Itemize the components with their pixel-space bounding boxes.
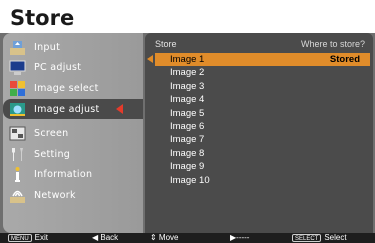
exit-label: Exit — [34, 233, 49, 242]
active-indicator-icon — [116, 104, 123, 114]
network-icon — [9, 187, 26, 204]
slot-label: Image 10 — [170, 174, 210, 186]
list-item[interactable]: Image 10 — [145, 174, 373, 187]
slot-label: Image 6 — [170, 120, 205, 132]
pc-adjust-icon — [9, 59, 26, 76]
back-label: ◀ Back — [92, 233, 119, 242]
footer-hints: MENU Exit ◀ Back ⇕ Move ▶----- SELECT Se… — [0, 233, 375, 243]
select-hint[interactable]: SELECT Select — [292, 233, 347, 243]
menu-key-icon: MENU — [8, 234, 32, 242]
sidebar-item-label: Network — [34, 189, 76, 201]
sidebar-item-label: PC adjust — [34, 61, 82, 73]
select-label: Select — [324, 233, 347, 242]
sidebar-item-label: Input — [34, 41, 61, 53]
move-label: ⇕ Move — [150, 233, 179, 242]
list-item[interactable]: Image 1 Stored — [147, 53, 370, 67]
move-hint: ⇕ Move — [150, 233, 179, 243]
list-item[interactable]: Image 4 — [145, 93, 373, 106]
sidebar-item-input[interactable]: Input — [3, 37, 143, 57]
slot-label: Image 2 — [170, 67, 205, 79]
slot-label: Image 5 — [170, 107, 205, 119]
sidebar-item-image-adjust[interactable]: Image adjust — [3, 99, 143, 119]
list-item[interactable]: Image 3 — [145, 80, 373, 93]
slot-label: Image 1 — [170, 54, 205, 65]
screen-icon — [9, 125, 26, 142]
sidebar-item-pc-adjust[interactable]: PC adjust — [3, 57, 143, 77]
sidebar-item-label: Information — [34, 168, 93, 180]
page-title: Store — [10, 6, 75, 30]
list-item[interactable]: Image 9 — [145, 160, 373, 173]
slot-label: Image 9 — [170, 161, 205, 173]
next-hint: ▶----- — [230, 233, 249, 243]
store-panel: Store Where to store? Image 1 Stored Ima… — [145, 33, 373, 233]
slot-label: Image 3 — [170, 80, 205, 92]
select-key-icon: SELECT — [292, 234, 322, 242]
panel-heading: Store — [155, 39, 177, 49]
slot-label: Image 7 — [170, 134, 205, 146]
list-item[interactable]: Image 7 — [145, 133, 373, 146]
image-adjust-icon — [9, 101, 26, 118]
sidebar-item-label: Image adjust — [34, 103, 100, 115]
sidebar-item-setting[interactable]: Setting — [3, 144, 143, 164]
next-label: ▶----- — [230, 233, 250, 242]
back-hint[interactable]: ◀ Back — [92, 233, 118, 243]
sidebar-item-image-select[interactable]: Image select — [3, 78, 143, 98]
slot-status: Stored — [329, 54, 360, 65]
input-icon — [9, 39, 26, 56]
osd-menu: Input PC adjust Image select Image adjus… — [0, 33, 375, 233]
sidebar-item-label: Setting — [34, 148, 71, 160]
slot-label: Image 4 — [170, 94, 205, 106]
slot-label: Image 8 — [170, 147, 205, 159]
image-slot-list: Image 1 Stored Image 2 Image 3 Image 4 I… — [145, 53, 373, 187]
panel-prompt: Where to store? — [300, 39, 365, 49]
information-icon — [9, 166, 26, 183]
panel-header: Store Where to store? — [155, 39, 365, 51]
list-item[interactable]: Image 6 — [145, 120, 373, 133]
image-select-icon — [9, 80, 26, 97]
list-item[interactable]: Image 5 — [145, 107, 373, 120]
sidebar-item-screen[interactable]: Screen — [3, 123, 143, 143]
exit-hint[interactable]: MENU Exit — [8, 233, 48, 243]
list-item[interactable]: Image 2 — [145, 66, 373, 79]
selection-arrow-icon — [147, 55, 153, 63]
sidebar: Input PC adjust Image select Image adjus… — [3, 33, 143, 233]
setting-icon — [9, 146, 26, 163]
sidebar-item-network[interactable]: Network — [3, 185, 143, 205]
sidebar-item-label: Screen — [34, 127, 69, 139]
sidebar-item-information[interactable]: Information — [3, 164, 143, 184]
sidebar-item-label: Image select — [34, 82, 99, 94]
list-item[interactable]: Image 8 — [145, 147, 373, 160]
